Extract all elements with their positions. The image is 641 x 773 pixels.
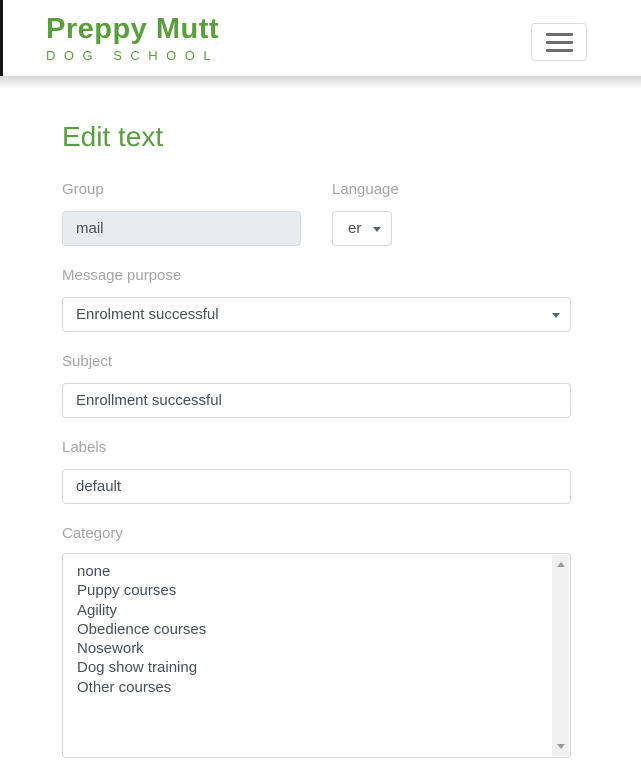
group-label: Group: [62, 182, 301, 197]
category-options: nonePuppy coursesAgilityObedience course…: [63, 562, 540, 697]
category-listbox[interactable]: nonePuppy coursesAgilityObedience course…: [62, 553, 571, 758]
category-option[interactable]: none: [63, 562, 540, 581]
hamburger-icon: [546, 28, 573, 57]
category-label: Category: [62, 526, 571, 541]
group-field: Group: [62, 182, 301, 246]
category-field: Category nonePuppy coursesAgilityObedien…: [62, 526, 571, 758]
left-edge-strip: [0, 0, 3, 76]
header: Preppy Mutt DOG SCHOOL: [0, 0, 641, 76]
brand-logo[interactable]: Preppy Mutt DOG SCHOOL: [46, 13, 219, 63]
labels-field: Labels: [62, 440, 571, 504]
language-field: Language er: [332, 182, 399, 246]
category-option[interactable]: Puppy courses: [63, 581, 540, 600]
scroll-up-icon[interactable]: [557, 562, 565, 567]
subject-label: Subject: [62, 354, 571, 369]
main-content: Edit text Group Language er Message purp…: [0, 89, 641, 758]
category-scrollbar[interactable]: [552, 555, 569, 756]
menu-toggle-button[interactable]: [531, 23, 587, 61]
group-input[interactable]: [62, 211, 301, 246]
brand-title: Preppy Mutt: [46, 13, 219, 45]
page-title: Edit text: [62, 123, 571, 151]
language-label: Language: [332, 182, 399, 197]
category-option[interactable]: Obedience courses: [63, 620, 540, 639]
category-option[interactable]: Nosework: [63, 639, 540, 658]
message-purpose-label: Message purpose: [62, 268, 571, 283]
category-option[interactable]: Agility: [63, 601, 540, 620]
scroll-down-icon[interactable]: [557, 744, 565, 749]
labels-label: Labels: [62, 440, 571, 455]
category-option[interactable]: Dog show training: [63, 658, 540, 677]
group-language-row: Group Language er: [62, 182, 571, 246]
language-select-wrap: er: [332, 211, 392, 246]
message-purpose-select-wrap: Enrolment successful: [62, 297, 571, 332]
labels-input[interactable]: [62, 469, 571, 504]
subject-field: Subject: [62, 354, 571, 418]
subject-input[interactable]: [62, 383, 571, 418]
category-option[interactable]: Other courses: [63, 678, 540, 697]
header-shadow: [0, 76, 641, 89]
language-select[interactable]: er: [332, 211, 392, 246]
message-purpose-field: Message purpose Enrolment successful: [62, 268, 571, 332]
message-purpose-select[interactable]: Enrolment successful: [62, 297, 571, 332]
brand-subtitle: DOG SCHOOL: [46, 48, 219, 63]
